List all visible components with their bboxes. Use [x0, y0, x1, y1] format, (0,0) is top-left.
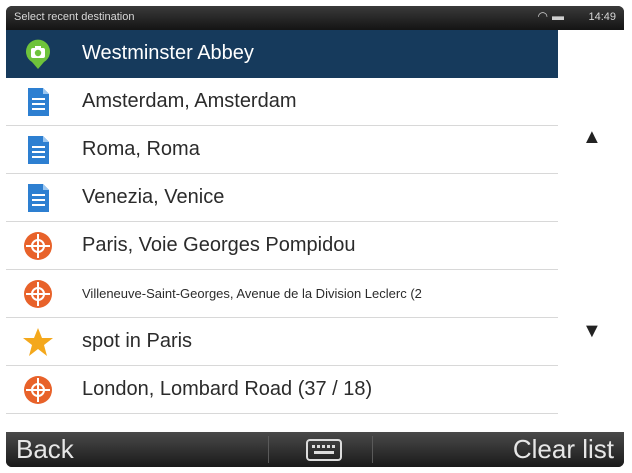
crosshair-icon: [24, 232, 52, 260]
list-item-label: Amsterdam, Amsterdam: [82, 90, 297, 112]
status-bar: Select recent destination ◠▬ 14:49: [6, 6, 624, 30]
document-icon: [28, 88, 49, 116]
clear-list-button[interactable]: Clear list: [513, 432, 614, 467]
list-item-label: spot in Paris: [82, 330, 193, 352]
list-item-label: Villeneuve-Saint-Georges, Avenue de la D…: [82, 286, 422, 301]
scroll-down-icon[interactable]: ▼: [582, 320, 602, 343]
scroll-up-icon[interactable]: ▲: [582, 126, 602, 149]
list-item[interactable]: Venezia, Venice: [6, 174, 558, 222]
list-item-label: Paris, Voie Georges Pompidou: [82, 234, 356, 256]
list-item[interactable]: London, Lombard Road (37 / 18): [6, 366, 558, 414]
scroll-controls: ▲ ▼: [558, 30, 624, 432]
list-item-label: Westminster Abbey: [82, 42, 254, 64]
divider: [372, 436, 373, 463]
document-icon: [28, 184, 49, 212]
document-icon: [28, 136, 49, 164]
list-item-label: Roma, Roma: [82, 138, 200, 160]
divider: [268, 436, 269, 463]
destination-list[interactable]: Westminster Abbey Amsterdam, Amsterdam R…: [6, 30, 558, 432]
battery-icon: ▬: [552, 9, 568, 23]
status-icons: ◠▬: [538, 9, 568, 23]
wifi-icon: ◠: [537, 9, 552, 23]
bottom-bar: Back Clear list: [6, 432, 624, 467]
crosshair-icon: [24, 280, 52, 308]
list-item[interactable]: Roma, Roma: [6, 126, 558, 174]
list-item-label: London, Lombard Road (37 / 18): [82, 378, 373, 400]
device-screen: Select recent destination ◠▬ 14:49 Westm…: [6, 6, 624, 467]
crosshair-icon: [24, 376, 52, 404]
list-item[interactable]: Villeneuve-Saint-Georges, Avenue de la D…: [6, 270, 558, 318]
clock: 14:49: [588, 11, 616, 23]
keyboard-icon[interactable]: [306, 439, 342, 461]
list-item[interactable]: Amsterdam, Amsterdam: [6, 78, 558, 126]
list-item-label: Venezia, Venice: [82, 186, 225, 208]
screen-title: Select recent destination: [14, 11, 135, 23]
star-icon: [23, 328, 53, 356]
list-item[interactable]: Westminster Abbey: [6, 30, 558, 78]
camera-pin-icon: [26, 39, 50, 69]
keyboard-keys-icon: [312, 445, 335, 454]
back-button[interactable]: Back: [16, 432, 74, 467]
list-item[interactable]: Paris, Voie Georges Pompidou: [6, 222, 558, 270]
list-item[interactable]: spot in Paris: [6, 318, 558, 366]
